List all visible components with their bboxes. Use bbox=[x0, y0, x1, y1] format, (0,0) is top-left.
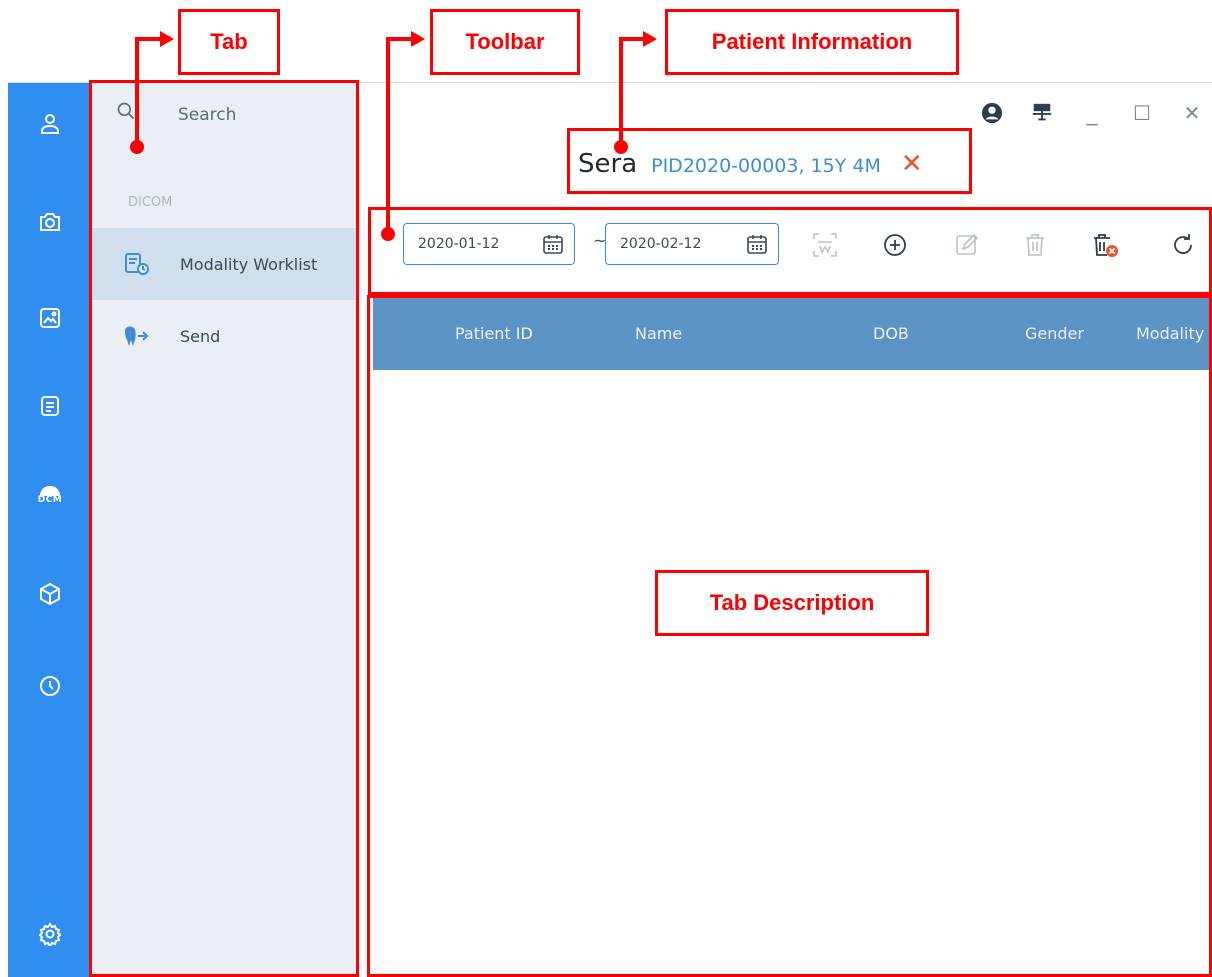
left-nav-rail: DCM bbox=[8, 83, 90, 977]
date-to-value: 2020-02-12 bbox=[620, 236, 702, 252]
arrow-icon bbox=[160, 31, 174, 47]
add-button[interactable] bbox=[879, 229, 911, 261]
calendar-icon[interactable] bbox=[542, 233, 564, 255]
column-dob[interactable]: DOB bbox=[873, 324, 909, 343]
delete-all-button[interactable] bbox=[1089, 229, 1121, 261]
annotation-label-patient-information: Patient Information bbox=[665, 9, 959, 75]
camera-icon[interactable] bbox=[37, 209, 63, 235]
clock-icon[interactable] bbox=[37, 673, 63, 699]
dcm-icon[interactable]: DCM bbox=[37, 481, 63, 507]
delete-button[interactable] bbox=[1019, 229, 1051, 261]
annotation-text: Toolbar bbox=[465, 29, 545, 54]
user-icon[interactable] bbox=[37, 111, 63, 137]
arrow-icon bbox=[643, 31, 657, 47]
image-icon[interactable] bbox=[37, 305, 63, 331]
column-gender[interactable]: Gender bbox=[1025, 324, 1084, 343]
account-icon[interactable] bbox=[980, 101, 1004, 125]
toolbar-divider bbox=[373, 208, 1212, 209]
tab-send[interactable]: Send bbox=[90, 300, 358, 372]
edit-icon bbox=[956, 233, 979, 255]
close-patient-button[interactable]: ✕ bbox=[901, 151, 923, 177]
tab-label: Send bbox=[180, 326, 221, 346]
search-icon bbox=[117, 102, 135, 120]
column-name[interactable]: Name bbox=[635, 324, 682, 343]
date-from-value: 2020-01-12 bbox=[418, 236, 500, 252]
column-patient-id[interactable]: Patient ID bbox=[455, 324, 533, 343]
settings-icon[interactable] bbox=[37, 921, 63, 947]
connector-line bbox=[619, 37, 623, 145]
delete-icon bbox=[1026, 234, 1044, 256]
annotation-label-toolbar: Toolbar bbox=[430, 9, 580, 75]
tab-panel: Search DICOM Modality Worklist Send bbox=[90, 83, 358, 977]
dcm-label: DCM bbox=[37, 494, 63, 505]
connector-line bbox=[619, 37, 645, 41]
section-label-dicom: DICOM bbox=[128, 195, 173, 210]
date-from-field[interactable]: 2020-01-12 bbox=[403, 223, 575, 265]
annotation-dot bbox=[130, 140, 144, 154]
cube-icon[interactable] bbox=[37, 581, 63, 607]
arrow-icon bbox=[411, 31, 425, 47]
tab-label: Modality Worklist bbox=[180, 254, 318, 274]
table-header: Patient ID Name DOB Gender Modality bbox=[373, 298, 1212, 370]
main-area: _ ☐ ✕ Sera PID2020-00003, 15Y 4M ✕ 2020-… bbox=[373, 83, 1212, 977]
tooth-send-icon bbox=[124, 326, 149, 346]
scan-button[interactable] bbox=[809, 229, 841, 261]
annotation-label-tab-description: Tab Description bbox=[655, 570, 929, 636]
patient-meta: PID2020-00003, 15Y 4M bbox=[651, 155, 881, 177]
refresh-icon bbox=[1174, 234, 1192, 254]
annotation-dot bbox=[381, 227, 395, 241]
connector-line bbox=[386, 37, 390, 233]
connector-line bbox=[135, 37, 139, 145]
search-bar[interactable] bbox=[116, 101, 136, 121]
tab-modality-worklist[interactable]: Modality Worklist bbox=[90, 228, 358, 300]
network-icon[interactable] bbox=[1030, 101, 1054, 125]
patient-name: Sera bbox=[578, 149, 638, 179]
calendar-icon[interactable] bbox=[746, 233, 768, 255]
annotation-label-tab: Tab bbox=[178, 9, 280, 75]
connector-line bbox=[386, 37, 414, 41]
maximize-button[interactable]: ☐ bbox=[1130, 101, 1154, 125]
minimize-button[interactable]: _ bbox=[1080, 101, 1104, 126]
column-modality[interactable]: Modality bbox=[1136, 324, 1204, 343]
annotation-dot bbox=[614, 140, 628, 154]
search-label[interactable]: Search bbox=[178, 105, 236, 125]
scan-icon bbox=[813, 233, 837, 257]
connector-line bbox=[135, 37, 163, 41]
edit-button[interactable] bbox=[951, 229, 983, 261]
annotation-text: Tab Description bbox=[709, 590, 875, 615]
window-controls: _ ☐ ✕ bbox=[980, 101, 1204, 126]
close-window-button[interactable]: ✕ bbox=[1180, 101, 1204, 125]
report-icon[interactable] bbox=[37, 393, 63, 419]
annotation-text: Tab bbox=[210, 29, 248, 54]
annotation-text: Patient Information bbox=[711, 29, 913, 54]
worklist-icon bbox=[125, 253, 149, 275]
date-to-field[interactable]: 2020-02-12 bbox=[605, 223, 779, 265]
refresh-button[interactable] bbox=[1167, 229, 1199, 261]
patient-info: Sera PID2020-00003, 15Y 4M ✕ bbox=[578, 149, 923, 179]
add-icon bbox=[884, 234, 906, 256]
app-window: DCM Search DICOM Modality Worklist Send bbox=[8, 82, 1212, 977]
delete-all-icon bbox=[1094, 234, 1118, 257]
